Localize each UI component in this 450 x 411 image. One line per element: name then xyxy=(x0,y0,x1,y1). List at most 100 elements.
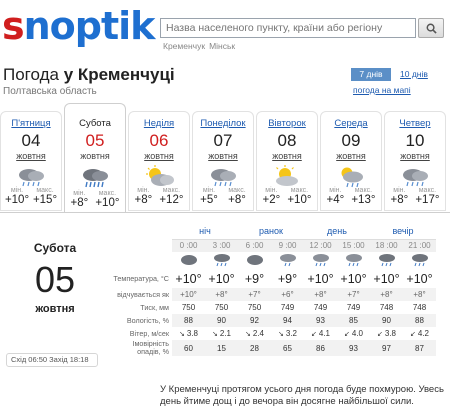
temp-cell: +10° xyxy=(175,272,202,286)
humidity-cell: 92 xyxy=(238,314,271,327)
feels-cell: +7° xyxy=(238,288,271,301)
hour-cell: 9 :00 xyxy=(271,239,304,252)
day-details-panel: Субота 05 жовтня Схід 06:50 Захід 18:18 … xyxy=(0,212,450,411)
day-tab-sunday[interactable]: Неділя 06 жовтня мін. +8° макс. +12° xyxy=(128,111,190,211)
temp-cell: +10° xyxy=(208,272,235,286)
wind-direction-icon: ↙ xyxy=(344,331,350,338)
temp-cell: +10° xyxy=(307,272,334,286)
pressure-cell: 749 xyxy=(346,303,361,312)
recent-city-link[interactable]: Кременчук xyxy=(163,41,205,51)
logo-part1: s xyxy=(2,4,25,48)
temp-cell: +9° xyxy=(244,272,265,286)
pressure-cell: 749 xyxy=(313,303,328,312)
max-label: макс. xyxy=(418,187,437,194)
temp-cell: +10° xyxy=(406,272,433,286)
hour-cell: 15 :00 xyxy=(337,239,370,252)
cloud-rain-icon xyxy=(403,169,428,187)
sinoptik-logo[interactable]: snoptik xyxy=(2,4,155,50)
wind-value: 2.1 xyxy=(219,329,231,338)
selected-month: жовтня xyxy=(35,303,75,315)
wind-value: 2.4 xyxy=(252,329,264,338)
recent-cities: Кременчук Мінськ xyxy=(163,41,239,51)
cloud-rain-icon xyxy=(213,254,230,267)
humidity-cell: 85 xyxy=(337,314,370,327)
precip-cell: 60 xyxy=(172,340,205,356)
day-tab-friday[interactable]: П'ятниця 04 жовтня мін. +10° макс. +15° xyxy=(0,111,62,211)
search-icon xyxy=(426,23,437,34)
selected-weekday: Субота xyxy=(33,241,77,255)
period-morning: ранок xyxy=(238,223,304,240)
wind-cell: ↙ 3.8 xyxy=(370,327,403,340)
day-month: жовтня xyxy=(272,151,302,161)
max-label: макс. xyxy=(98,190,117,197)
day-number: 06 xyxy=(149,131,169,150)
search-box xyxy=(160,18,416,38)
max-label: макс. xyxy=(162,187,181,194)
day-tab-tuesday[interactable]: Вівторок 08 жовтня мін. +2° макс. +10° xyxy=(256,111,318,211)
temp-cell: +10° xyxy=(340,272,367,286)
pressure-cell: 748 xyxy=(412,303,427,312)
sunrise-sunset: Схід 06:50 Захід 18:18 xyxy=(6,353,98,367)
max-temp: +15° xyxy=(32,194,58,206)
region-label: Полтавська область xyxy=(3,86,97,97)
hourly-forecast-table: ніч ранок день вечір 0 :00 3 :00 6 :00 9… xyxy=(112,223,436,356)
max-temp: +10° xyxy=(287,194,312,206)
wind-cell: ↘ 3.2 xyxy=(271,327,304,340)
day-tab-saturday[interactable]: Субота 05 жовтня мін. +8° макс. +10° xyxy=(64,103,126,213)
day-tab-wednesday[interactable]: Середа 09 жовтня мін. +4° макс. +13° xyxy=(320,111,382,211)
sun-cloud-icon xyxy=(146,165,174,186)
hour-cell: 0 :00 xyxy=(172,239,205,252)
tab-10-days[interactable]: 10 днів xyxy=(400,69,428,79)
feels-cell: +6° xyxy=(271,288,304,301)
precip-label: Імовірність опадів, % xyxy=(132,339,169,356)
min-label: мін. xyxy=(329,187,342,194)
wind-direction-icon: ↙ xyxy=(311,331,317,338)
wind-cell: ↙ 4.0 xyxy=(337,327,370,340)
temp-cell: +10° xyxy=(373,272,400,286)
tab-7-days[interactable]: 7 днів xyxy=(351,68,391,81)
precip-cell: 28 xyxy=(238,340,271,356)
day-name: Субота xyxy=(79,118,111,129)
title-prefix: Погода xyxy=(3,65,64,84)
temp-cell: +9° xyxy=(277,272,298,286)
humidity-cell: 88 xyxy=(172,314,205,327)
day-number: 05 xyxy=(85,131,105,150)
cloud-rain-icon xyxy=(211,169,236,187)
cloud-rain-icon xyxy=(378,254,395,267)
wind-direction-icon: ↘ xyxy=(179,331,185,338)
min-label: мін. xyxy=(137,187,150,194)
precip-cell: 86 xyxy=(304,340,337,356)
pressure-cell: 750 xyxy=(247,303,262,312)
day-month: жовтня xyxy=(80,151,110,161)
day-tab-monday[interactable]: Понеділок 07 жовтня мін. +5° макс. +8° xyxy=(192,111,254,211)
hour-cell: 3 :00 xyxy=(205,239,238,252)
cloud-rain-icon xyxy=(411,254,428,267)
hour-cell: 12 :00 xyxy=(304,239,337,252)
sun-cloud-rain-icon xyxy=(341,167,363,188)
min-temp: +8° xyxy=(390,194,409,206)
day-tab-thursday[interactable]: Четвер 10 жовтня мін. +8° макс. +17° xyxy=(384,111,446,211)
title-city: у Кременчуці xyxy=(63,65,175,84)
max-label: макс. xyxy=(36,187,54,194)
wind-value: 4.2 xyxy=(417,329,429,338)
search-button[interactable] xyxy=(418,18,444,38)
weather-map-link[interactable]: погода на мапі xyxy=(353,85,411,95)
day-number: 08 xyxy=(277,131,297,150)
wind-value: 3.8 xyxy=(384,329,396,338)
period-evening: вечір xyxy=(370,223,436,240)
search-input[interactable] xyxy=(161,22,415,34)
feels-cell: +8° xyxy=(403,288,436,301)
humidity-label: Вологість, % xyxy=(126,315,169,325)
recent-city-link[interactable]: Мінськ xyxy=(209,41,235,51)
day-month: жовтня xyxy=(400,151,430,161)
day-name: Вівторок xyxy=(268,118,306,129)
wind-direction-icon: ↘ xyxy=(278,331,284,338)
wind-direction-icon: ↙ xyxy=(410,331,416,338)
precip-cell: 15 xyxy=(205,340,238,356)
min-label: мін. xyxy=(393,187,406,194)
max-temp: +17° xyxy=(415,194,440,206)
day-name: Четвер xyxy=(399,118,431,129)
wind-value: 4.0 xyxy=(351,329,363,338)
hour-cell: 6 :00 xyxy=(238,239,271,252)
wind-direction-icon: ↘ xyxy=(245,331,251,338)
